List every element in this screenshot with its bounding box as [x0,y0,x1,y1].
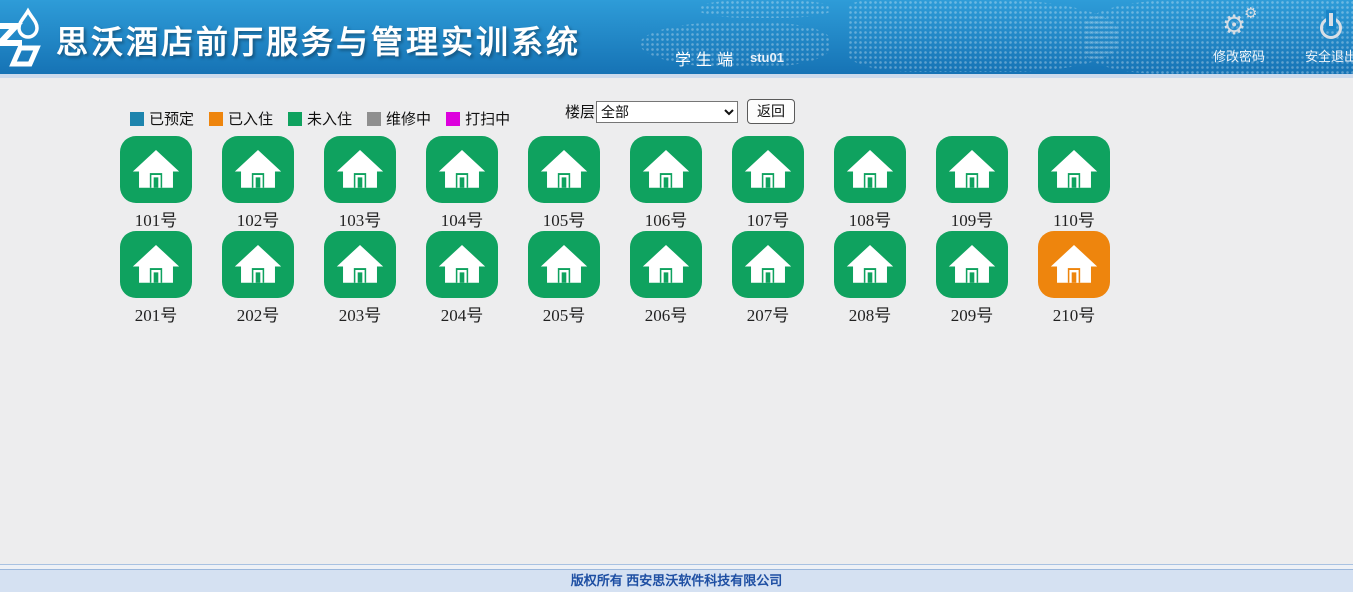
room-label: 105号 [543,206,586,231]
room-206[interactable]: 206号 [630,231,702,326]
room-205[interactable]: 205号 [528,231,600,326]
home-icon[interactable] [936,231,1008,298]
legend-label: 已入住 [228,108,273,129]
power-icon[interactable] [1288,9,1353,43]
legend: 已预定 已入住 未入住 维修中 打扫中 [130,108,510,129]
room-label: 209号 [951,301,994,326]
room-106[interactable]: 106号 [630,136,702,231]
copyright-text: 版权所有 西安思沃软件科技有限公司 [0,570,1353,592]
room-label: 103号 [339,206,382,231]
world-map-dots [700,0,830,18]
room-203[interactable]: 203号 [324,231,396,326]
room-label: 109号 [951,206,994,231]
home-icon[interactable] [834,136,906,203]
home-icon[interactable] [426,231,498,298]
legend-item-已预定: 已预定 [130,108,194,129]
back-button[interactable]: 返回 [747,99,795,124]
room-label: 202号 [237,301,280,326]
room-label: 204号 [441,301,484,326]
header: 思沃酒店前厅服务与管理实训系统 学生端 stu01 ⚙ ⚙ 修改密码 安全退出 [0,0,1353,74]
logout-label[interactable]: 安全退出 [1288,46,1353,65]
legend-swatch [367,112,381,126]
room-102[interactable]: 102号 [222,136,294,231]
home-icon[interactable] [732,136,804,203]
change-password-button[interactable]: ⚙ ⚙ 修改密码 [1196,9,1282,65]
home-icon[interactable] [222,231,294,298]
room-label: 108号 [849,206,892,231]
app-title: 思沃酒店前厅服务与管理实训系统 [56,17,581,63]
legend-swatch [446,112,460,126]
room-204[interactable]: 204号 [426,231,498,326]
legend-item-维修中: 维修中 [367,108,431,129]
home-icon[interactable] [630,136,702,203]
room-label: 210号 [1053,301,1096,326]
room-202[interactable]: 202号 [222,231,294,326]
change-password-label[interactable]: 修改密码 [1196,46,1282,65]
room-label: 207号 [747,301,790,326]
room-109[interactable]: 109号 [936,136,1008,231]
floor-select[interactable]: 全部 [596,101,738,123]
legend-label: 维修中 [386,108,431,129]
room-105[interactable]: 105号 [528,136,600,231]
room-108[interactable]: 108号 [834,136,906,231]
main-content: 已预定 已入住 未入住 维修中 打扫中 楼层 全部 返回 101号 102号 103号 104… [0,78,1353,564]
legend-label: 打扫中 [465,108,510,129]
room-label: 206号 [645,301,688,326]
room-110[interactable]: 110号 [1038,136,1110,231]
room-label: 101号 [135,206,178,231]
username: stu01 [750,50,784,65]
room-label: 203号 [339,301,382,326]
legend-swatch [130,112,144,126]
home-icon[interactable] [324,231,396,298]
logout-button[interactable]: 安全退出 [1288,9,1353,65]
home-icon[interactable] [222,136,294,203]
legend-label: 未入住 [307,108,352,129]
room-label: 201号 [135,301,178,326]
room-210[interactable]: 210号 [1038,231,1110,326]
room-103[interactable]: 103号 [324,136,396,231]
room-label: 110号 [1053,206,1095,231]
floor-filter: 楼层 全部 返回 [565,99,795,124]
room-grid: 101号 102号 103号 104号 105号 106号 107号 108号 109号 110号… [120,136,1125,326]
room-208[interactable]: 208号 [834,231,906,326]
floor-label: 楼层 [565,101,595,122]
room-label: 107号 [747,206,790,231]
home-icon[interactable] [426,136,498,203]
room-209[interactable]: 209号 [936,231,1008,326]
room-104[interactable]: 104号 [426,136,498,231]
legend-item-未入住: 未入住 [288,108,352,129]
room-label: 208号 [849,301,892,326]
home-icon[interactable] [936,136,1008,203]
home-icon[interactable] [834,231,906,298]
legend-item-已入住: 已入住 [209,108,273,129]
legend-swatch [288,112,302,126]
room-label: 104号 [441,206,484,231]
home-icon[interactable] [732,231,804,298]
home-icon[interactable] [1038,231,1110,298]
room-label: 106号 [645,206,688,231]
room-label: 205号 [543,301,586,326]
room-207[interactable]: 207号 [732,231,804,326]
home-icon[interactable] [324,136,396,203]
app-logo-icon [0,6,54,73]
room-201[interactable]: 201号 [120,231,192,326]
legend-item-打扫中: 打扫中 [446,108,510,129]
room-107[interactable]: 107号 [732,136,804,231]
legend-swatch [209,112,223,126]
world-map-dots [848,0,1118,72]
legend-label: 已预定 [149,108,194,129]
gear-icon[interactable]: ⚙ ⚙ [1196,9,1282,43]
home-icon[interactable] [120,136,192,203]
role-label: 学生端 [675,46,738,70]
room-label: 102号 [237,206,280,231]
home-icon[interactable] [528,231,600,298]
home-icon[interactable] [1038,136,1110,203]
home-icon[interactable] [120,231,192,298]
home-icon[interactable] [630,231,702,298]
room-101[interactable]: 101号 [120,136,192,231]
toolbar: 已预定 已入住 未入住 维修中 打扫中 楼层 全部 返回 [0,78,1353,136]
home-icon[interactable] [528,136,600,203]
